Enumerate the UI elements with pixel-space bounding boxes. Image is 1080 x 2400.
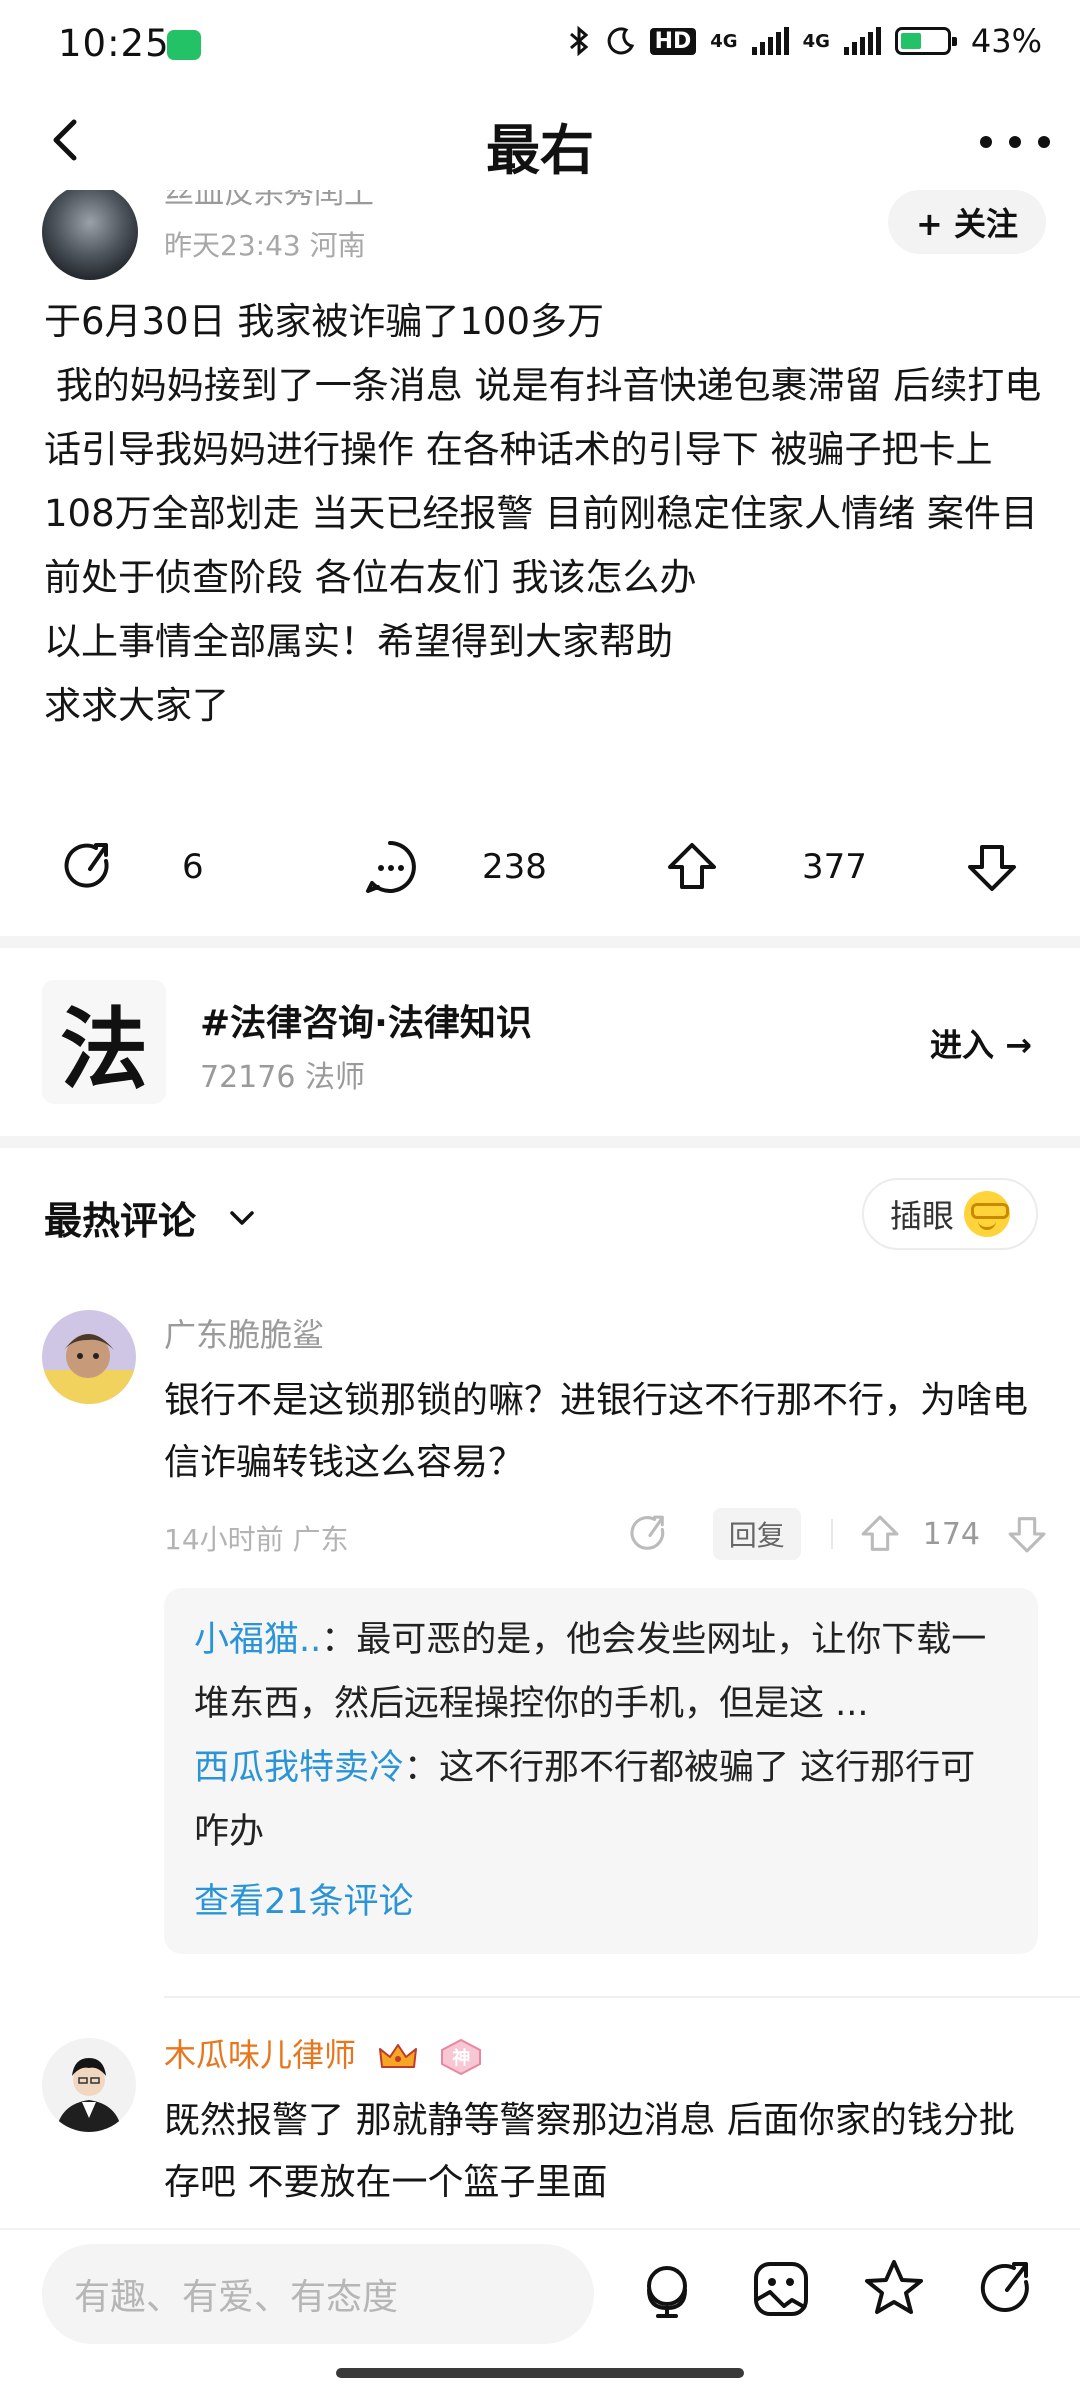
reply-user[interactable]: 西瓜我特卖冷 — [194, 1748, 404, 1788]
downvote-button[interactable] — [962, 822, 1022, 912]
upvote-count: 377 — [802, 847, 867, 887]
reply-button[interactable]: 回复 — [712, 1508, 801, 1560]
comment-input-bar: 有趣、有爱、有态度 — [0, 2228, 1080, 2348]
glasses-emoji-icon — [964, 1191, 1010, 1237]
share-count: 6 — [182, 847, 204, 887]
home-indicator[interactable] — [336, 2368, 744, 2378]
reply-item[interactable]: 西瓜我特卖冷：这不行那不行都被骗了 这行那行可咋办 — [194, 1736, 1008, 1864]
reply-item[interactable]: 小福猫..：最可恶的是，他会发些网址，让你下载一堆东西，然后远程操控你的手机，但… — [194, 1608, 1008, 1736]
comments-header: 最热评论 插眼 — [0, 1160, 1080, 1270]
post-body: 于6月30日 我家被诈骗了100多万 我的妈妈接到了一条消息 说是有抖音快递包裹… — [44, 300, 1042, 727]
app-notification-icon — [167, 30, 201, 60]
topic-title: #法律咨询·法律知识 — [200, 1003, 532, 1044]
section-divider — [0, 1136, 1080, 1148]
post-action-bar: 6 238 377 — [0, 822, 1080, 912]
author-row: 丝血反杀秀闰土 昨天23:43 河南 + 关注 — [0, 190, 1080, 280]
signal-icon — [751, 27, 789, 55]
comment-actions: 回复 174 — [627, 1504, 1050, 1564]
page-title: 最右 — [486, 119, 594, 182]
star-icon[interactable] — [861, 2256, 927, 2322]
post-detail-page: 10:25 HD 4G 4G 43% 最右 丝血反杀秀闰土 昨天23:43 河南… — [0, 0, 1080, 2400]
signal-icon-2 — [843, 27, 881, 55]
battery-icon — [894, 27, 957, 55]
share-icon[interactable] — [974, 2256, 1040, 2322]
comments-sort-label[interactable]: 最热评论 — [44, 1190, 196, 1245]
status-icons: HD 4G 4G 43% — [566, 22, 1042, 60]
sticker-icon[interactable] — [748, 2256, 814, 2322]
network-type: 4G — [710, 30, 738, 52]
section-divider — [0, 936, 1080, 948]
comment-count: 238 — [482, 847, 547, 887]
follow-button[interactable]: + 关注 — [888, 190, 1046, 254]
bookmark-label: 插眼 — [889, 1197, 954, 1235]
comment-button[interactable]: 238 — [360, 822, 547, 912]
topic-member-count: 72176 法师 — [200, 1060, 365, 1095]
downvote-icon[interactable] — [1004, 1511, 1050, 1557]
view-all-replies-link[interactable]: 查看21条评论 — [194, 1870, 1008, 1934]
topic-enter-button[interactable]: 进入 → — [930, 1020, 1032, 1066]
author-avatar[interactable] — [42, 190, 138, 280]
bluetooth-icon — [569, 25, 588, 57]
status-bar: 10:25 HD 4G 4G 43% — [0, 0, 1080, 90]
hd-badge: HD — [649, 27, 697, 55]
comment-divider — [164, 1996, 1080, 1998]
post-meta: 昨天23:43 河南 — [164, 229, 366, 262]
share-button[interactable]: 6 — [60, 822, 204, 912]
moon-icon — [607, 27, 634, 55]
share-icon — [64, 843, 109, 888]
network-type-2: 4G — [802, 30, 830, 52]
comment-text: 既然报警了 那就静等警察那边消息 后面你家的钱分批存吧 不要放在一个篮子里面 — [164, 2100, 1015, 2203]
comment-meta: 14小时前 广东 — [164, 1523, 349, 1556]
upvote-icon[interactable] — [857, 1511, 903, 1557]
battery-percent: 43% — [970, 22, 1042, 60]
comment-user[interactable]: 木瓜味儿律师 — [164, 2036, 356, 2074]
crown-icon — [379, 2044, 418, 2068]
avatar[interactable] — [42, 2038, 136, 2132]
upvote-icon — [668, 843, 716, 889]
more-icon[interactable] — [980, 122, 1050, 162]
share-icon[interactable] — [627, 1511, 673, 1557]
god-badge-text: 神 — [452, 2048, 471, 2069]
topic-logo: 法 — [42, 980, 166, 1104]
upvote-button[interactable]: 377 — [662, 822, 867, 912]
separator — [830, 1519, 833, 1549]
downvote-icon — [968, 845, 1016, 891]
comment-input[interactable]: 有趣、有爱、有态度 — [42, 2244, 594, 2344]
comment-user-row: 木瓜味儿律师 神 — [164, 2030, 484, 2076]
top-nav: 最右 — [0, 90, 1080, 190]
chevron-down-icon[interactable] — [226, 1202, 258, 1234]
status-time: 10:25 — [58, 22, 170, 65]
author-name[interactable]: 丝血反杀秀闰土 — [164, 190, 374, 212]
bookmark-emoji-button[interactable]: 插眼 — [862, 1178, 1038, 1250]
voice-icon[interactable] — [634, 2256, 700, 2322]
reply-user[interactable]: 小福猫.. — [194, 1620, 321, 1660]
avatar[interactable] — [42, 1310, 136, 1404]
comment-user[interactable]: 广东脆脆鲨 — [164, 1310, 324, 1356]
topic-card[interactable]: 法 #法律咨询·法律知识 72176 法师 进入 → — [0, 950, 1080, 1130]
comment-icon — [366, 841, 416, 893]
comment-like-count: 174 — [922, 1516, 980, 1552]
comment-text: 银行不是这锁那锁的嘛？进银行这不行那不行，为啥电信诈骗转钱这么容易？ — [164, 1380, 1029, 1483]
god-badge-icon: 神 — [438, 2038, 484, 2076]
reply-preview-box[interactable]: 小福猫..：最可恶的是，他会发些网址，让你下载一堆东西，然后远程操控你的手机，但… — [164, 1588, 1038, 1954]
